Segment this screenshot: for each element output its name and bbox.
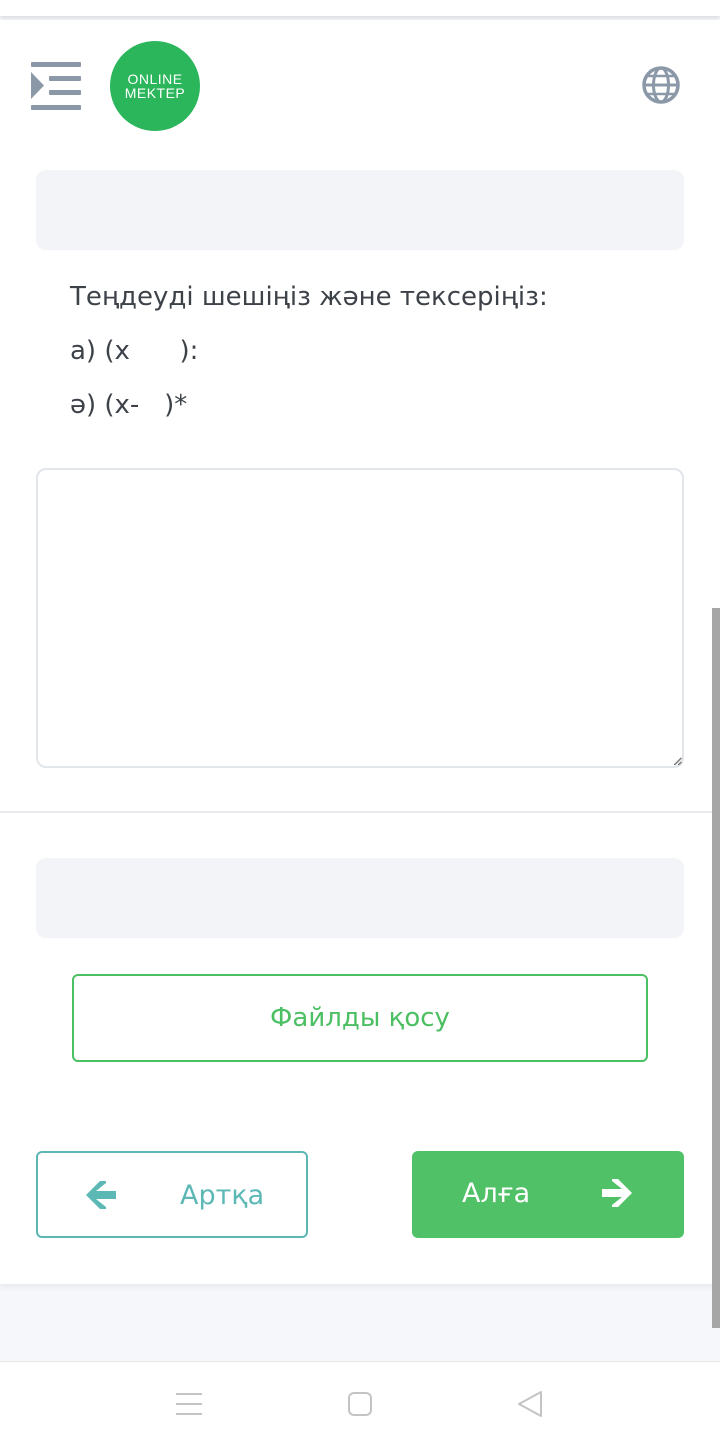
question-item-a: а) (х ): (70, 336, 199, 366)
logo-line-1: ONLINE (127, 71, 183, 87)
system-nav-bar (0, 1361, 720, 1449)
online-mektep-logo[interactable]: ONLINE MEKTEP (110, 41, 200, 131)
nav-back-icon[interactable] (516, 1390, 544, 1418)
back-button[interactable]: Артқа (36, 1151, 308, 1238)
arrow-right-icon (602, 1179, 632, 1207)
scrollbar[interactable] (712, 608, 720, 1328)
globe-icon[interactable] (641, 65, 681, 105)
next-button-label: Алға (462, 1178, 531, 1209)
next-button[interactable]: Алға (412, 1151, 684, 1238)
section-divider (0, 811, 720, 813)
attachment-info-box (36, 858, 684, 938)
logo-line-2: MEKTEP (124, 85, 186, 101)
back-button-label: Артқа (180, 1180, 265, 1211)
question-prompt: Теңдеуді шешіңіз және тексеріңіз: (70, 282, 548, 312)
question-header-box (36, 170, 684, 250)
home-icon[interactable] (347, 1391, 373, 1417)
answer-textarea[interactable] (36, 468, 684, 768)
arrow-left-icon (86, 1181, 116, 1209)
resize-grip-icon[interactable] (673, 756, 683, 766)
recents-icon[interactable] (175, 1392, 203, 1416)
question-item-b: ә) (х- )* (70, 390, 188, 420)
attach-file-button[interactable]: Файлды қосу (72, 974, 648, 1062)
top-strip (0, 0, 720, 16)
indent-menu-icon[interactable] (29, 62, 83, 110)
